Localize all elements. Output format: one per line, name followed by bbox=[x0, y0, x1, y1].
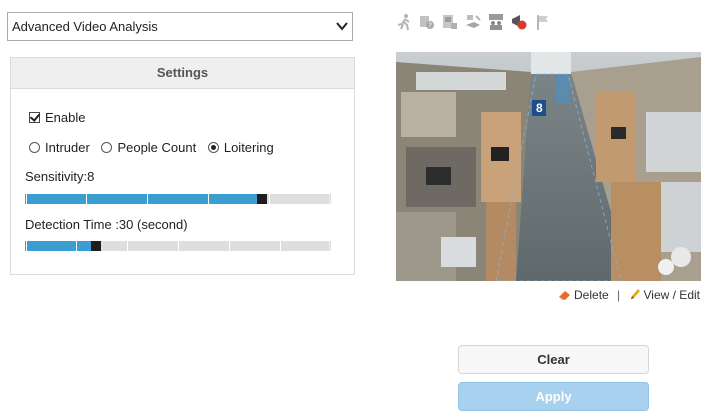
slider-tick bbox=[208, 194, 209, 204]
camera-preview[interactable]: 8 bbox=[396, 52, 701, 281]
slider-tick bbox=[86, 194, 87, 204]
detection-time-label: Detection Time :30 (second) bbox=[25, 217, 188, 232]
delete-label: Delete bbox=[574, 288, 609, 302]
sensitivity-label: Sensitivity:8 bbox=[25, 169, 95, 184]
delete-link[interactable]: Delete bbox=[558, 288, 612, 302]
object-removed-icon[interactable] bbox=[465, 13, 481, 31]
clear-button[interactable]: Clear bbox=[458, 345, 649, 374]
apply-button[interactable]: Apply bbox=[458, 382, 649, 411]
radio-people-count-label: People Count bbox=[117, 140, 197, 155]
slider-tick bbox=[147, 194, 148, 204]
analysis-type-select[interactable]: Advanced Video Analysis bbox=[7, 12, 353, 41]
zone-links: Delete | View / Edit bbox=[558, 288, 700, 302]
view-edit-label: View / Edit bbox=[643, 288, 700, 302]
camera-help-icon[interactable]: ? bbox=[419, 13, 435, 31]
enable-row: Enable bbox=[29, 110, 85, 125]
link-separator: | bbox=[617, 288, 621, 302]
slider-tick bbox=[229, 241, 230, 251]
sensitivity-fill bbox=[25, 194, 265, 204]
svg-text:?: ? bbox=[428, 22, 432, 30]
settings-title: Settings bbox=[11, 58, 354, 89]
radio-intruder-label: Intruder bbox=[45, 140, 90, 155]
slider-tick bbox=[329, 241, 330, 251]
pencil-icon bbox=[630, 289, 640, 299]
mode-radio-group: Intruder People Count Loitering bbox=[29, 140, 282, 155]
red-alert-icon[interactable] bbox=[511, 13, 527, 31]
detection-time-fill bbox=[25, 241, 95, 251]
radio-loitering-label: Loitering bbox=[223, 140, 274, 155]
zone-number: 8 bbox=[536, 101, 543, 115]
enable-label: Enable bbox=[45, 110, 86, 125]
sensitivity-slider[interactable] bbox=[25, 194, 331, 204]
camera-frame-image bbox=[396, 52, 701, 281]
slider-tick bbox=[178, 241, 179, 251]
flag-icon[interactable] bbox=[534, 13, 550, 31]
slider-tick bbox=[280, 241, 281, 251]
tamper-icon[interactable] bbox=[442, 13, 458, 31]
eraser-icon bbox=[559, 291, 571, 300]
slider-tick bbox=[26, 194, 27, 204]
analysis-type-value: Advanced Video Analysis bbox=[12, 19, 158, 34]
chevron-down-icon bbox=[336, 22, 348, 31]
radio-people-count[interactable] bbox=[101, 142, 113, 153]
settings-panel: Settings Enable Intruder People Count Lo… bbox=[10, 57, 355, 275]
radio-intruder[interactable] bbox=[29, 142, 40, 153]
slider-tick bbox=[26, 241, 27, 251]
radio-loitering[interactable] bbox=[207, 142, 219, 153]
slider-tick bbox=[329, 194, 330, 204]
running-person-icon[interactable] bbox=[396, 13, 412, 31]
crowd-icon[interactable] bbox=[488, 13, 504, 31]
slider-tick bbox=[127, 241, 128, 251]
slider-tick bbox=[269, 194, 270, 204]
detection-time-thumb[interactable] bbox=[91, 241, 101, 251]
detection-time-slider[interactable] bbox=[25, 241, 331, 251]
enable-checkbox[interactable] bbox=[29, 112, 40, 123]
sensitivity-thumb[interactable] bbox=[257, 194, 267, 204]
slider-tick bbox=[76, 241, 77, 251]
view-edit-link[interactable]: View / Edit bbox=[629, 288, 700, 302]
